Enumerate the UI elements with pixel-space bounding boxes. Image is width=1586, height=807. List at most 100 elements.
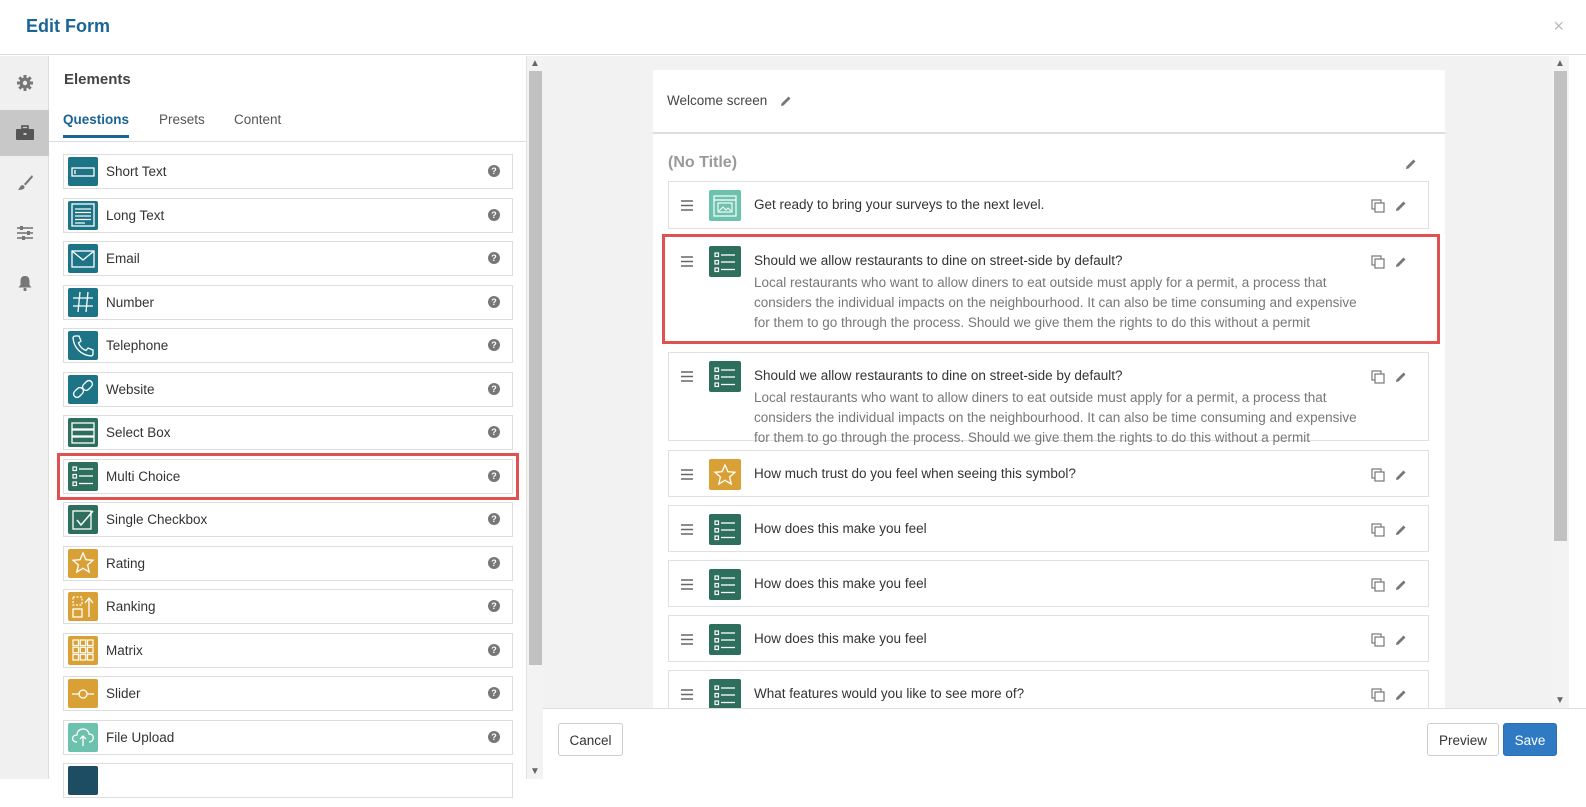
cancel-button[interactable]: Cancel bbox=[558, 723, 623, 756]
question-item[interactable]: How does this make you feel bbox=[668, 615, 1429, 662]
question-title: How much trust do you feel when seeing t… bbox=[754, 466, 1076, 481]
question-title: How does this make you feel bbox=[754, 631, 927, 646]
scroll-up-icon[interactable]: ▲ bbox=[530, 58, 540, 69]
rail-options-button[interactable] bbox=[0, 210, 49, 256]
rail-notifications-button[interactable] bbox=[0, 260, 49, 306]
scrollbar-thumb[interactable] bbox=[529, 71, 542, 665]
drag-handle-icon[interactable] bbox=[681, 254, 693, 272]
help-icon[interactable]: ? bbox=[488, 426, 500, 438]
element-file-upload[interactable]: File Upload ? bbox=[63, 719, 513, 755]
help-icon[interactable]: ? bbox=[488, 600, 500, 612]
pencil-icon[interactable] bbox=[1395, 633, 1407, 651]
copy-icon[interactable] bbox=[1371, 578, 1385, 597]
help-icon[interactable]: ? bbox=[488, 295, 500, 308]
question-item[interactable]: What features would you like to see more… bbox=[668, 670, 1429, 708]
pencil-icon[interactable] bbox=[780, 94, 792, 112]
drag-handle-icon[interactable] bbox=[681, 198, 693, 216]
copy-icon[interactable] bbox=[1371, 199, 1385, 218]
settings-rail bbox=[0, 56, 49, 779]
element-long-text[interactable]: Long Text ? bbox=[63, 197, 513, 233]
drag-handle-icon[interactable] bbox=[681, 632, 693, 650]
pencil-icon[interactable] bbox=[1395, 688, 1407, 706]
scroll-down-icon[interactable]: ▼ bbox=[530, 766, 540, 777]
element-label: Slider bbox=[106, 686, 141, 701]
tab-presets[interactable]: Presets bbox=[159, 112, 205, 135]
briefcase-icon bbox=[15, 125, 34, 140]
close-icon[interactable]: × bbox=[1553, 16, 1564, 37]
save-button[interactable]: Save bbox=[1503, 723, 1557, 756]
help-icon[interactable]: ? bbox=[488, 513, 500, 525]
element-email[interactable]: Email ? bbox=[63, 241, 513, 276]
element-label: Multi Choice bbox=[106, 468, 181, 484]
element-telephone[interactable]: Telephone ? bbox=[63, 328, 513, 363]
element-label: Number bbox=[106, 294, 155, 310]
image-content-icon bbox=[709, 190, 741, 221]
question-item[interactable]: How does this make you feel bbox=[668, 560, 1429, 607]
multi-choice-icon bbox=[709, 361, 741, 392]
drag-handle-icon[interactable] bbox=[681, 369, 693, 387]
copy-icon[interactable] bbox=[1371, 255, 1385, 274]
elements-panel: Elements Questions Presets Content Short… bbox=[49, 56, 526, 798]
help-icon[interactable]: ? bbox=[488, 252, 500, 264]
tab-questions[interactable]: Questions bbox=[63, 112, 130, 138]
element-label: Select Box bbox=[106, 425, 171, 440]
preview-button[interactable]: Preview bbox=[1427, 723, 1499, 756]
copy-icon[interactable] bbox=[1371, 523, 1385, 542]
drag-handle-icon[interactable] bbox=[681, 467, 693, 485]
help-icon[interactable]: ? bbox=[488, 556, 500, 569]
element-partial[interactable] bbox=[63, 763, 513, 798]
tab-content[interactable]: Content bbox=[234, 112, 281, 135]
pencil-icon[interactable] bbox=[1395, 199, 1407, 217]
rail-design-button[interactable] bbox=[0, 160, 49, 206]
pencil-icon[interactable] bbox=[1395, 468, 1407, 486]
panel-title: Elements bbox=[64, 71, 131, 88]
question-item[interactable]: Get ready to bring your surveys to the n… bbox=[668, 181, 1429, 229]
scroll-down-icon[interactable]: ▼ bbox=[1555, 695, 1565, 706]
email-icon bbox=[68, 244, 98, 273]
question-item[interactable]: Should we allow restaurants to dine on s… bbox=[668, 352, 1429, 445]
help-icon[interactable]: ? bbox=[488, 208, 500, 221]
drag-handle-icon[interactable] bbox=[681, 577, 693, 595]
element-short-text[interactable]: Short Text ? bbox=[63, 154, 513, 189]
drag-handle-icon[interactable] bbox=[681, 522, 693, 540]
pencil-icon[interactable] bbox=[1395, 523, 1407, 541]
element-number[interactable]: Number ? bbox=[63, 284, 513, 320]
pencil-icon[interactable] bbox=[1395, 255, 1407, 273]
scrollbar-thumb[interactable] bbox=[1554, 71, 1567, 541]
element-website[interactable]: Website ? bbox=[63, 371, 513, 407]
element-multi-choice[interactable]: Multi Choice ? bbox=[57, 452, 519, 500]
cloud-upload-icon bbox=[68, 722, 98, 752]
help-icon[interactable]: ? bbox=[488, 469, 500, 482]
help-icon[interactable]: ? bbox=[488, 687, 500, 699]
question-item[interactable]: How much trust do you feel when seeing t… bbox=[668, 450, 1429, 497]
help-icon[interactable]: ? bbox=[488, 382, 500, 395]
help-icon[interactable]: ? bbox=[488, 339, 500, 351]
pencil-icon[interactable] bbox=[1395, 578, 1407, 596]
copy-icon[interactable] bbox=[1371, 468, 1385, 487]
pencil-icon[interactable] bbox=[1405, 157, 1417, 175]
element-ranking[interactable]: Ranking ? bbox=[63, 589, 513, 624]
drag-handle-icon[interactable] bbox=[681, 687, 693, 705]
copy-icon[interactable] bbox=[1371, 633, 1385, 652]
copy-icon[interactable] bbox=[1371, 370, 1385, 389]
copy-icon[interactable] bbox=[1371, 688, 1385, 707]
help-icon[interactable]: ? bbox=[488, 643, 500, 656]
pencil-icon[interactable] bbox=[1395, 370, 1407, 388]
question-item[interactable]: Should we allow restaurants to dine on s… bbox=[668, 237, 1429, 335]
welcome-screen-section[interactable]: Welcome screen bbox=[653, 70, 1445, 134]
element-select-box[interactable]: Select Box ? bbox=[63, 415, 513, 450]
elements-scrollbar[interactable]: ▲ ▼ bbox=[526, 56, 543, 779]
canvas-scrollbar[interactable]: ▲ ▼ bbox=[1552, 56, 1569, 708]
star-icon bbox=[709, 459, 741, 490]
element-slider[interactable]: Slider ? bbox=[63, 676, 513, 711]
bell-icon bbox=[18, 276, 31, 292]
element-rating[interactable]: Rating ? bbox=[63, 545, 513, 581]
rail-settings-button[interactable] bbox=[0, 60, 49, 106]
help-icon[interactable]: ? bbox=[488, 165, 500, 177]
question-item[interactable]: How does this make you feel bbox=[668, 505, 1429, 552]
element-matrix[interactable]: Matrix ? bbox=[63, 632, 513, 668]
rail-elements-button[interactable] bbox=[0, 110, 49, 156]
element-single-checkbox[interactable]: Single Checkbox ? bbox=[63, 502, 513, 537]
scroll-up-icon[interactable]: ▲ bbox=[1555, 58, 1565, 69]
help-icon[interactable]: ? bbox=[488, 730, 500, 743]
